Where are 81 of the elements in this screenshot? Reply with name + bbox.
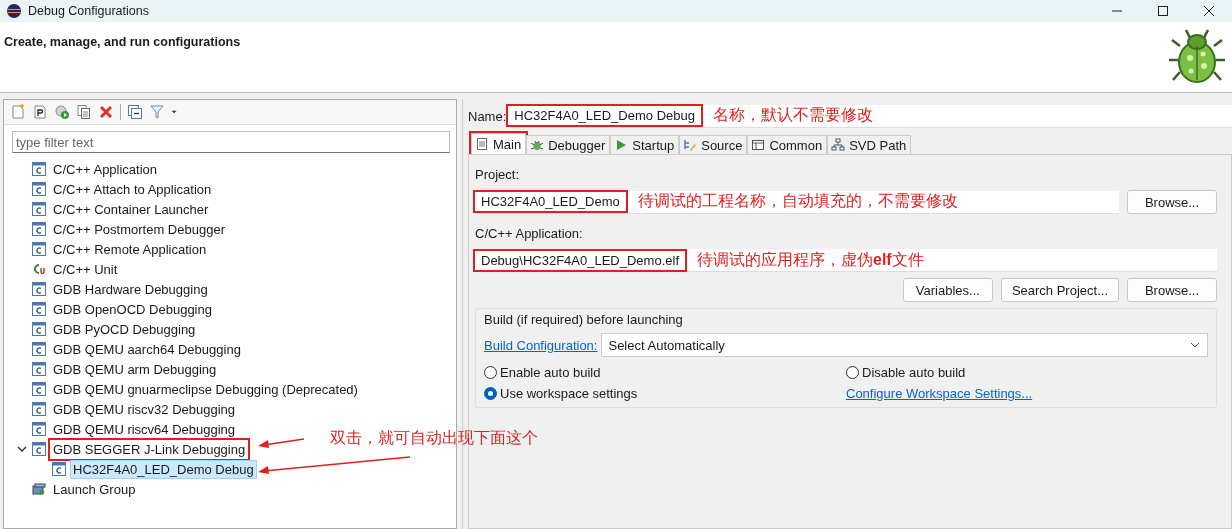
annotation-note: 名称，默认不需要修改 — [712, 105, 873, 125]
delete-icon[interactable] — [98, 104, 114, 120]
c-file-icon — [32, 442, 46, 456]
annotation-note: 待调试的工程名称，自动填充的，不需要修改 — [637, 191, 958, 211]
build-configuration-link[interactable]: Build Configuration: — [484, 337, 598, 353]
c-file-icon — [32, 202, 46, 216]
project-field[interactable]: HC32F4A0_LED_Demo 待调试的工程名称，自动填充的，不需要修改 — [475, 190, 1119, 214]
hierarchy-icon — [831, 138, 846, 152]
radio-option[interactable]: Enable auto build — [484, 365, 846, 380]
export-icon[interactable] — [54, 104, 70, 120]
app-logo-icon — [6, 3, 22, 19]
c-file-icon — [32, 282, 46, 296]
c-file-icon — [32, 322, 46, 336]
c-file-icon — [32, 422, 46, 436]
name-field[interactable]: HC32F4A0_LED_Demo Debug 名称，默认不需要修改 — [508, 104, 1232, 128]
dialog-heading: Create, manage, and run configurations — [4, 35, 241, 51]
bug-icon — [530, 138, 545, 152]
radio-button[interactable] — [846, 366, 859, 379]
build-configuration-dropdown[interactable]: Select Automatically — [601, 333, 1208, 357]
tree-item[interactable]: GDB QEMU arm Debugging — [50, 359, 220, 379]
tab[interactable]: SVD Path — [827, 135, 912, 154]
action-button[interactable]: Search Project... — [1000, 278, 1119, 302]
c-file-icon — [32, 302, 46, 316]
c-file-icon — [32, 162, 46, 176]
group-title: Build (if required) before launching — [484, 312, 683, 327]
tree-item[interactable]: C/C++ Unit — [50, 259, 121, 279]
browse-button[interactable]: Browse... — [1127, 190, 1217, 214]
document-icon — [475, 137, 489, 151]
c-file-icon — [52, 462, 66, 476]
tree-item[interactable]: GDB QEMU gnuarmeclipse Debugging (Deprecated) — [50, 379, 361, 399]
application-label: C/C++ Application: — [475, 226, 584, 241]
tree-item[interactable]: GDB Hardware Debugging — [50, 279, 211, 299]
radio-option[interactable]: Disable auto build — [846, 365, 1208, 380]
tree-item[interactable]: C/C++ Application — [50, 159, 161, 179]
source-tree-icon — [683, 138, 698, 152]
annotation-arrow — [258, 438, 305, 448]
tree-item[interactable]: C/C++ Postmortem Debugger — [50, 219, 228, 239]
chevron-down-icon — [1189, 341, 1201, 349]
c-file-icon — [32, 242, 46, 256]
application-field[interactable]: Debug\HC32F4A0_LED_Demo.elf 待调试的应用程序，虚伪elf文件 — [475, 249, 1217, 272]
annotation-note: 待调试的应用程序，虚伪elf文件 — [697, 249, 924, 270]
collapse-all-icon[interactable] — [127, 104, 143, 120]
tab[interactable]: Debugger — [526, 135, 611, 154]
tree-item[interactable]: HC32F4A0_LED_Demo Debug — [70, 459, 257, 479]
launch-group-icon — [32, 482, 46, 496]
tree-item[interactable]: GDB SEGGER J-Link Debugging — [50, 439, 249, 459]
project-label: Project: — [475, 167, 521, 182]
tree-item[interactable]: C/C++ Remote Application — [50, 239, 210, 259]
configure-workspace-link[interactable]: Configure Workspace Settings... — [846, 386, 1208, 401]
collapse-chevron-icon[interactable] — [16, 443, 28, 455]
tree-item[interactable]: GDB OpenOCD Debugging — [50, 299, 215, 319]
tree-item[interactable]: C/C++ Container Launcher — [50, 199, 212, 219]
radio-button[interactable] — [484, 366, 497, 379]
action-button[interactable]: Variables... — [902, 278, 993, 302]
tree-item[interactable]: Launch Group — [50, 479, 139, 499]
tree-item[interactable]: GDB QEMU riscv32 Debugging — [50, 399, 239, 419]
tab[interactable]: Common — [747, 135, 828, 154]
unit-test-icon — [32, 262, 46, 276]
c-file-icon — [32, 382, 46, 396]
new-prototype-icon[interactable] — [32, 104, 48, 120]
table-icon — [751, 138, 766, 152]
c-file-icon — [32, 182, 46, 196]
action-button[interactable]: Browse... — [1127, 278, 1217, 302]
tab[interactable]: Main — [471, 133, 527, 154]
c-file-icon — [32, 402, 46, 416]
tree-item[interactable]: GDB QEMU aarch64 Debugging — [50, 339, 244, 359]
tab[interactable]: Startup — [610, 135, 680, 154]
radio-button[interactable] — [484, 387, 497, 400]
window-title: Debug Configurations — [28, 4, 149, 18]
tree-item[interactable]: C/C++ Attach to Application — [50, 179, 215, 199]
c-file-icon — [32, 222, 46, 236]
filter-field[interactable]: type filter text — [12, 131, 450, 153]
radio-option[interactable]: Use workspace settings — [484, 386, 846, 401]
name-label: Name: — [468, 108, 507, 124]
duplicate-icon[interactable] — [76, 104, 92, 120]
c-file-icon — [32, 342, 46, 356]
c-file-icon — [32, 362, 46, 376]
tree-item[interactable]: GDB QEMU riscv64 Debugging — [50, 419, 239, 439]
annotation-note: 双击，就可自动出现下面这个 — [330, 428, 538, 448]
tab[interactable]: Source — [679, 135, 748, 154]
tree-item[interactable]: GDB PyOCD Debugging — [50, 319, 199, 339]
